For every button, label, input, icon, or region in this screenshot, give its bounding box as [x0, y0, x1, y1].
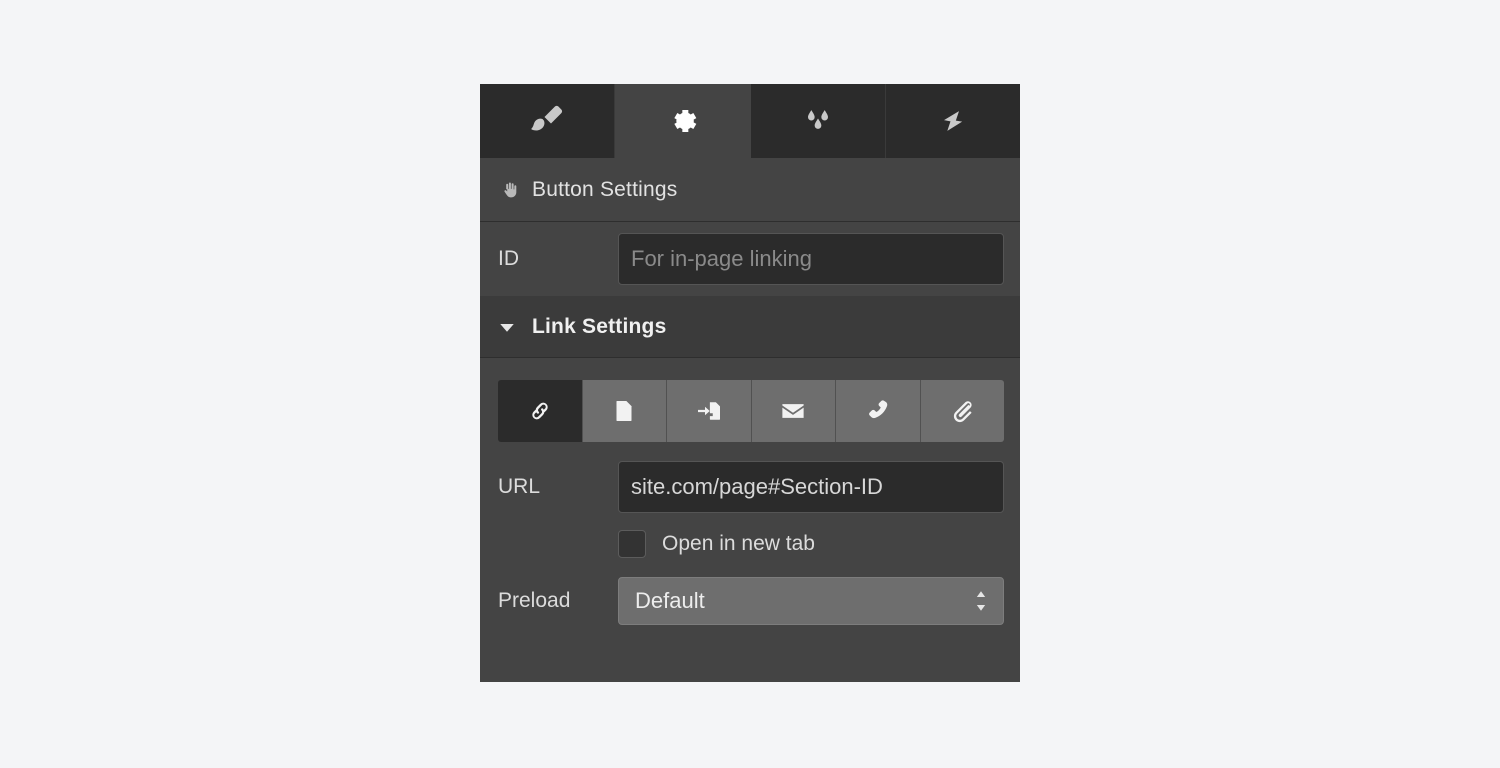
new-tab-row: Open in new tab: [480, 518, 1020, 570]
phone-icon: [863, 396, 893, 426]
link-type-email[interactable]: [751, 380, 836, 442]
link-settings-title: Link Settings: [532, 314, 667, 338]
button-settings-header: Button Settings: [480, 158, 1020, 222]
page-icon: [609, 396, 639, 426]
lightning-bolt-icon: [933, 101, 973, 141]
stepper-arrows-icon: [971, 588, 991, 614]
screen-background: Button Settings ID For in-page linking L…: [0, 0, 1500, 768]
url-field-row: URL site.com/page#Section-ID: [480, 456, 1020, 518]
caret-down-icon[interactable]: [498, 318, 524, 336]
paintbrush-icon: [527, 101, 567, 141]
open-in-new-tab-checkbox[interactable]: [618, 530, 646, 558]
style-tab[interactable]: [480, 84, 616, 158]
chain-link-icon: [525, 396, 555, 426]
id-label: ID: [498, 247, 519, 270]
link-type-section[interactable]: [667, 380, 752, 442]
id-input[interactable]: For in-page linking: [618, 233, 1004, 285]
envelope-icon: [778, 396, 808, 426]
link-type-url[interactable]: [498, 380, 583, 442]
link-type-button-group: [498, 380, 1004, 442]
link-type-wrap: [480, 358, 1020, 456]
link-settings-header[interactable]: Link Settings: [480, 296, 1020, 358]
section-arrow-icon: [694, 396, 724, 426]
gear-icon: [662, 101, 702, 141]
id-field-row: ID For in-page linking: [480, 222, 1020, 296]
preload-selected-value: Default: [635, 588, 705, 613]
effects-tab[interactable]: [750, 84, 886, 158]
button-settings-title: Button Settings: [532, 177, 678, 201]
link-type-phone[interactable]: [836, 380, 921, 442]
preload-select[interactable]: Default: [618, 577, 1004, 625]
preload-row: Preload Default: [480, 570, 1020, 632]
paperclip-icon: [947, 396, 977, 426]
link-type-page[interactable]: [582, 380, 667, 442]
settings-tab[interactable]: [615, 84, 751, 158]
panel-tab-bar: [480, 84, 1020, 158]
interactions-tab[interactable]: [885, 84, 1020, 158]
water-drops-icon: [798, 101, 838, 141]
url-input[interactable]: site.com/page#Section-ID: [618, 461, 1004, 513]
hand-icon: [498, 178, 524, 202]
settings-panel: Button Settings ID For in-page linking L…: [480, 84, 1020, 682]
open-in-new-tab-label[interactable]: Open in new tab: [662, 532, 815, 556]
url-label: URL: [498, 475, 541, 498]
preload-label: Preload: [498, 589, 571, 612]
link-type-attachment[interactable]: [920, 380, 1004, 442]
